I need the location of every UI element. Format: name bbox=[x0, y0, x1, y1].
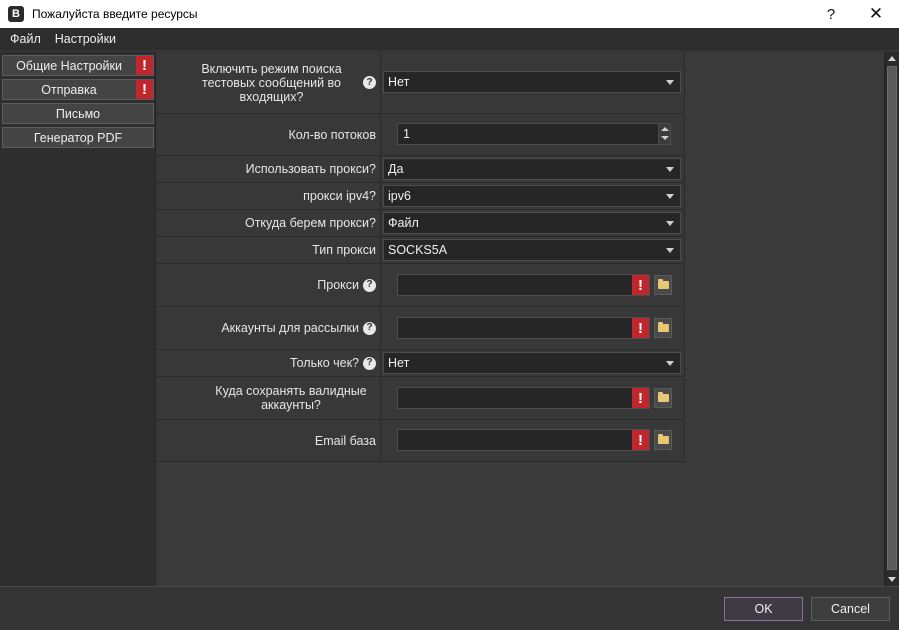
tab-sending[interactable]: Отправка ! bbox=[2, 79, 154, 100]
warning-icon: ! bbox=[136, 80, 153, 99]
row-threads: Кол-во потоков 1 bbox=[156, 114, 685, 156]
menu-bar: Файл Настройки bbox=[0, 28, 899, 50]
proxy-source-value: Файл bbox=[388, 216, 419, 230]
threads-stepper[interactable]: 1 bbox=[397, 123, 671, 145]
help-button[interactable]: ? bbox=[808, 0, 854, 28]
check-only-select[interactable]: Нет bbox=[383, 352, 681, 374]
proxies-browse-button[interactable] bbox=[654, 275, 672, 295]
row-use-proxy: Использовать прокси? Да bbox=[156, 156, 685, 183]
chevron-up-icon[interactable] bbox=[661, 127, 669, 131]
valid-accounts-browse-button[interactable] bbox=[654, 388, 672, 408]
test-mode-select[interactable]: Нет bbox=[383, 71, 681, 93]
warning-icon: ! bbox=[632, 388, 649, 408]
help-icon[interactable]: ? bbox=[363, 356, 376, 370]
scroll-up-icon[interactable] bbox=[888, 56, 896, 61]
proxy-type-value: SOCKS5A bbox=[388, 243, 448, 257]
warning-icon: ! bbox=[632, 318, 649, 338]
row-proxy-ipv4: прокси ipv4? ipv6 bbox=[156, 183, 685, 210]
chevron-down-icon bbox=[666, 80, 674, 85]
warning-icon: ! bbox=[632, 430, 649, 450]
folder-icon bbox=[657, 279, 669, 289]
vertical-scrollbar[interactable] bbox=[884, 52, 899, 586]
scroll-thumb[interactable] bbox=[887, 66, 897, 570]
row-proxies: Прокси ? ! bbox=[156, 264, 685, 307]
proxy-ipv4-value: ipv6 bbox=[388, 189, 411, 203]
email-base-label: Email база bbox=[314, 433, 376, 448]
email-base-browse-button[interactable] bbox=[654, 430, 672, 450]
check-only-label: Только чек? bbox=[289, 356, 359, 370]
proxy-source-select[interactable]: Файл bbox=[383, 212, 681, 234]
tab-label: Отправка bbox=[41, 82, 97, 97]
row-test-mode: Включить режим поиска тестовых сообщений… bbox=[156, 52, 685, 114]
use-proxy-label: Использовать прокси? bbox=[245, 162, 376, 176]
row-accounts: Аккаунты для рассылки ? ! bbox=[156, 307, 685, 350]
help-icon[interactable]: ? bbox=[363, 321, 376, 335]
tab-panel: Общие Настройки ! Отправка ! Письмо Гене… bbox=[0, 52, 156, 586]
tab-pdf-generator[interactable]: Генератор PDF bbox=[2, 127, 154, 148]
row-proxy-source: Откуда берем прокси? Файл bbox=[156, 210, 685, 237]
tab-label: Письмо bbox=[55, 106, 101, 121]
valid-accounts-path-input[interactable]: ! bbox=[397, 387, 650, 409]
folder-icon bbox=[657, 434, 669, 444]
test-mode-value: Нет bbox=[388, 75, 410, 89]
proxies-path-input[interactable]: ! bbox=[397, 274, 650, 296]
chevron-down-icon bbox=[666, 248, 674, 253]
accounts-browse-button[interactable] bbox=[654, 318, 672, 338]
scroll-down-icon[interactable] bbox=[888, 577, 896, 582]
proxy-ipv4-label: прокси ipv4? bbox=[303, 189, 376, 203]
email-base-path-input[interactable]: ! bbox=[397, 429, 650, 451]
row-email-base: Email база ! bbox=[156, 420, 685, 462]
row-check-only: Только чек? ? Нет bbox=[156, 350, 685, 377]
tab-label: Общие Настройки bbox=[16, 58, 122, 73]
window-title: Пожалуйста введите ресурсы bbox=[32, 7, 198, 21]
check-only-value: Нет bbox=[388, 356, 410, 370]
valid-accounts-label: Куда сохранять валидные аккаунты? bbox=[215, 384, 367, 412]
test-mode-label: Включить режим поиска тестовых сообщений… bbox=[201, 61, 342, 104]
accounts-path-input[interactable]: ! bbox=[397, 317, 650, 339]
chevron-down-icon bbox=[666, 167, 674, 172]
warning-icon: ! bbox=[136, 56, 153, 75]
menu-file[interactable]: Файл bbox=[3, 28, 48, 50]
folder-icon bbox=[657, 322, 669, 332]
settings-form: Включить режим поиска тестовых сообщений… bbox=[156, 52, 884, 586]
folder-icon bbox=[657, 392, 669, 402]
use-proxy-select[interactable]: Да bbox=[383, 158, 681, 180]
proxy-ipv4-select[interactable]: ipv6 bbox=[383, 185, 681, 207]
proxy-type-label: Тип прокси bbox=[312, 243, 376, 257]
warning-icon: ! bbox=[632, 275, 649, 295]
menu-settings[interactable]: Настройки bbox=[48, 28, 123, 50]
row-valid-accounts: Куда сохранять валидные аккаунты? ! bbox=[156, 377, 685, 420]
ok-button[interactable]: OK bbox=[724, 597, 803, 621]
accounts-label: Аккаунты для рассылки bbox=[221, 321, 359, 335]
chevron-down-icon bbox=[666, 221, 674, 226]
proxies-label: Прокси bbox=[317, 278, 359, 292]
threads-label: Кол-во потоков bbox=[288, 127, 376, 142]
tab-label: Генератор PDF bbox=[33, 130, 123, 145]
help-icon[interactable]: ? bbox=[363, 76, 376, 89]
tab-general-settings[interactable]: Общие Настройки ! bbox=[2, 55, 154, 76]
use-proxy-value: Да bbox=[388, 162, 404, 176]
chevron-down-icon bbox=[666, 361, 674, 366]
close-button[interactable]: ✕ bbox=[853, 0, 899, 28]
dialog-button-bar: OK Cancel bbox=[0, 586, 899, 630]
proxy-type-select[interactable]: SOCKS5A bbox=[383, 239, 681, 261]
cancel-button[interactable]: Cancel bbox=[811, 597, 890, 621]
row-proxy-type: Тип прокси SOCKS5A bbox=[156, 237, 685, 264]
tab-letter[interactable]: Письмо bbox=[2, 103, 154, 124]
chevron-down-icon[interactable] bbox=[661, 136, 669, 140]
threads-value: 1 bbox=[403, 127, 410, 141]
title-bar: B Пожалуйста введите ресурсы ? ✕ bbox=[0, 0, 899, 28]
chevron-down-icon bbox=[666, 194, 674, 199]
app-icon: B bbox=[8, 6, 24, 22]
proxy-source-label: Откуда берем прокси? bbox=[244, 216, 376, 230]
help-icon[interactable]: ? bbox=[363, 278, 376, 292]
